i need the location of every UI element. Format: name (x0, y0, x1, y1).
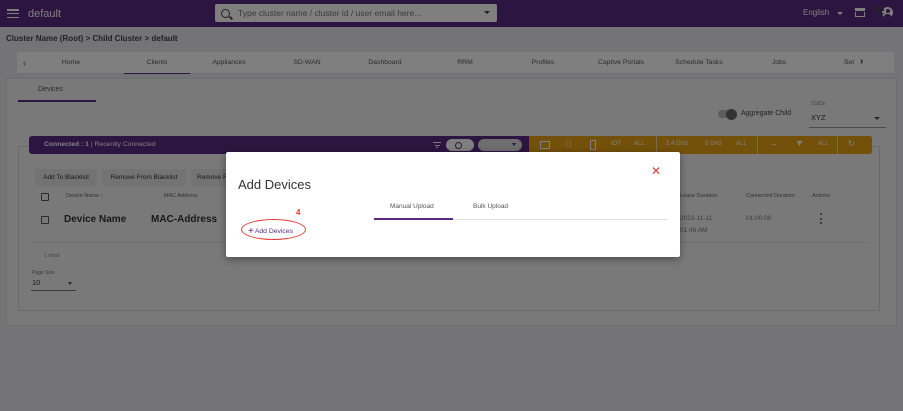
modal-title: Add Devices (238, 177, 311, 192)
tab-bulk-upload[interactable]: Bulk Upload (473, 203, 508, 210)
tab-manual-upload[interactable]: Manual Upload (390, 203, 434, 210)
plus-icon: + (248, 226, 254, 237)
add-devices-button[interactable]: +Add Devices (248, 225, 293, 237)
add-devices-label: Add Devices (254, 228, 293, 235)
add-devices-modal: Add Devices ✕ Manual Upload Bulk Upload … (226, 152, 680, 257)
modal-tab-indicator (374, 218, 453, 220)
annotation-step-number: 4 (296, 208, 301, 217)
close-icon[interactable]: ✕ (651, 165, 661, 177)
